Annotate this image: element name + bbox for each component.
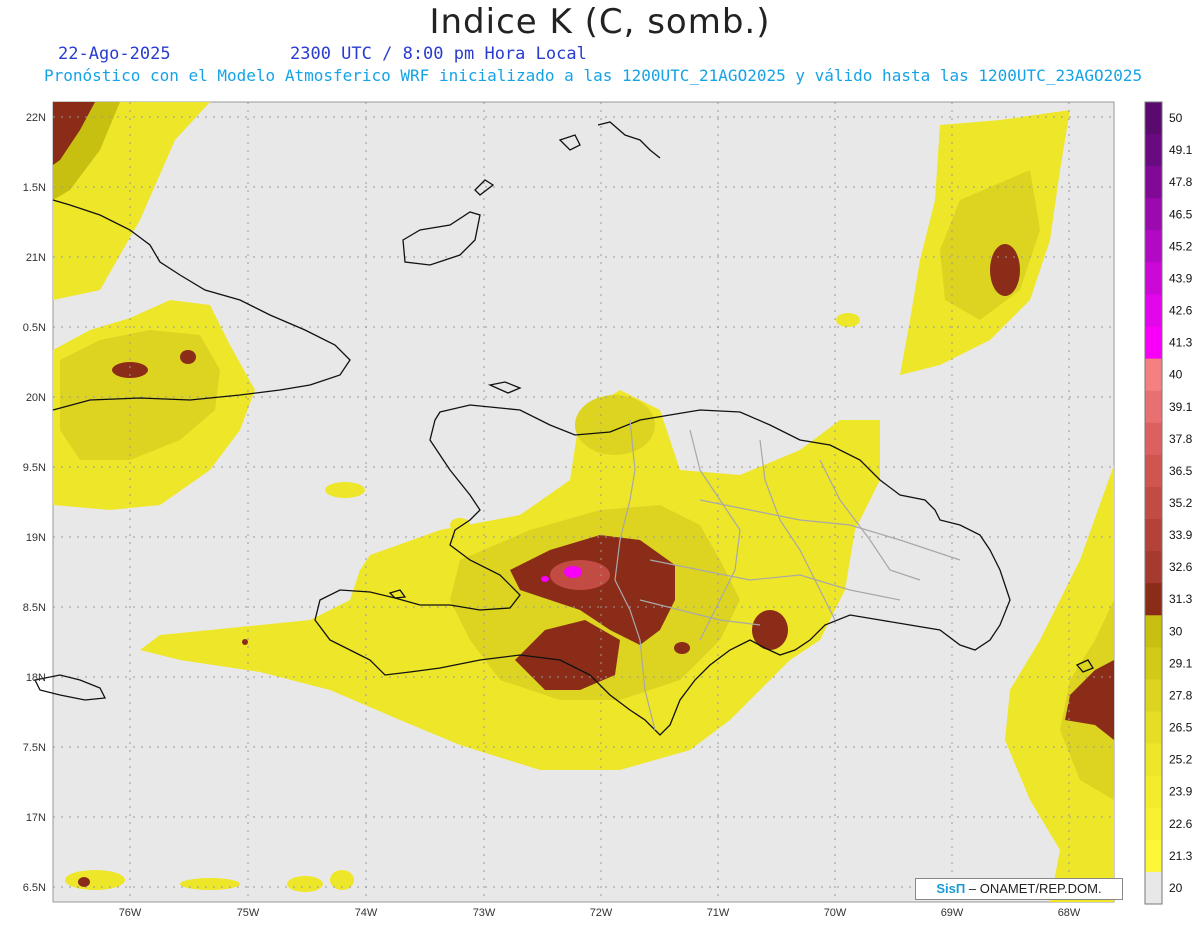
field-blob-south-3	[287, 876, 323, 892]
colorbar-label: 36.5	[1169, 464, 1193, 478]
colorbar-label: 20	[1169, 881, 1183, 895]
colorbar-label: 31.3	[1169, 592, 1193, 606]
lon-label: 72W	[590, 907, 613, 919]
colorbar-swatch	[1145, 775, 1162, 809]
lat-label: 7.5N	[23, 742, 46, 754]
forecast-map: 22N 1.5N 21N 0.5N 20N 9.5N 19N 8.5N 18N …	[23, 101, 1193, 919]
lon-label: 76W	[119, 907, 142, 919]
colorbar-label: 37.8	[1169, 432, 1193, 446]
lat-label: 0.5N	[23, 322, 46, 334]
lon-label: 69W	[941, 907, 964, 919]
colorbar-label: 27.8	[1169, 688, 1193, 702]
lat-label: 20N	[26, 392, 46, 404]
colorbar-swatch	[1145, 198, 1162, 231]
lon-label: 71W	[707, 907, 730, 919]
colorbar-swatch	[1145, 262, 1162, 295]
field-blob-north-2	[450, 518, 470, 532]
lat-label: 21N	[26, 252, 46, 264]
colorbar-swatch	[1145, 166, 1162, 199]
colorbar-swatch	[1145, 519, 1162, 552]
lat-label: 18N	[26, 672, 46, 684]
lon-label: 75W	[237, 907, 260, 919]
lon-label: 73W	[473, 907, 496, 919]
colorbar-label: 40	[1169, 368, 1183, 382]
field-cell-max-2	[541, 576, 549, 582]
colorbar-label: 46.5	[1169, 207, 1193, 221]
field-blob-north-3	[575, 395, 655, 455]
colorbar-swatch	[1145, 230, 1162, 263]
colorbar-label: 29.1	[1169, 656, 1193, 670]
colorbar-swatch	[1145, 358, 1162, 392]
colorbar-swatch	[1145, 326, 1162, 360]
colorbar-swatch	[1145, 134, 1162, 167]
latitude-axis: 22N 1.5N 21N 0.5N 20N 9.5N 19N 8.5N 18N …	[23, 112, 46, 894]
lon-label: 68W	[1058, 907, 1081, 919]
colorbar-label: 49.1	[1169, 143, 1193, 157]
sispi-logo: SisΠ	[936, 881, 966, 896]
field-cell-max-1	[564, 566, 582, 578]
field-cell-west-2	[180, 350, 196, 364]
colorbar-label: 35.2	[1169, 496, 1193, 510]
lat-label: 6.5N	[23, 882, 46, 894]
credit-box: SisΠ – ONAMET/REP.DOM.	[915, 878, 1123, 900]
colorbar-label: 41.3	[1169, 336, 1193, 350]
colorbar-swatch	[1145, 871, 1162, 905]
lat-label: 19N	[26, 532, 46, 544]
field-cell-ne	[990, 244, 1020, 296]
colorbar-label: 43.9	[1169, 271, 1193, 285]
colorbar-label: 21.3	[1169, 849, 1193, 863]
colorbar-label: 23.9	[1169, 785, 1193, 799]
colorbar-label: 25.2	[1169, 753, 1193, 767]
credit-text: – ONAMET/REP.DOM.	[968, 881, 1102, 896]
field-cell-south-3	[78, 877, 90, 887]
field-cell-south-1	[674, 642, 690, 654]
colorbar-swatch	[1145, 422, 1162, 456]
colorbar-label: 45.2	[1169, 239, 1193, 253]
colorbar-swatch	[1145, 839, 1162, 873]
field-blob-north-1	[325, 482, 365, 498]
lat-label: 8.5N	[23, 602, 46, 614]
colorbar-swatch	[1145, 743, 1162, 777]
colorbar-swatch	[1145, 551, 1162, 584]
colorbar-swatch	[1145, 390, 1162, 424]
longitude-axis: 76W 75W 74W 73W 72W 71W 70W 69W 68W	[119, 907, 1081, 919]
colorbar-swatch	[1145, 647, 1162, 680]
colorbar-label: 26.5	[1169, 721, 1193, 735]
lat-label: 22N	[26, 112, 46, 124]
colorbar-swatch	[1145, 102, 1162, 135]
lat-label: 17N	[26, 812, 46, 824]
lat-label: 9.5N	[23, 462, 46, 474]
colorbar-label: 39.1	[1169, 400, 1193, 414]
colorbar-swatch	[1145, 679, 1162, 713]
lon-label: 74W	[355, 907, 378, 919]
colorbar-swatch	[1145, 807, 1162, 841]
colorbar-swatch	[1145, 583, 1162, 616]
field-blob-ne	[836, 313, 860, 327]
colorbar-swatch	[1145, 486, 1162, 520]
colorbar-label: 22.6	[1169, 817, 1193, 831]
colorbar-label: 50	[1169, 111, 1183, 125]
field-blob-south-2	[180, 878, 240, 890]
colorbar-label: 32.6	[1169, 560, 1193, 574]
colorbar-swatch	[1145, 711, 1162, 745]
colorbar-label: 42.6	[1169, 304, 1193, 318]
field-cell-south-2	[242, 639, 248, 645]
colorbar-swatch	[1145, 454, 1162, 488]
colorbar-label: 30	[1169, 624, 1183, 638]
colorbar-swatch	[1145, 615, 1162, 648]
colorbar-label: 33.9	[1169, 528, 1193, 542]
colorbar-swatch	[1145, 294, 1162, 328]
colorbar-label: 47.8	[1169, 175, 1193, 189]
colorbar: 50 49.1 47.8 46.5 45.2 43.9 42.6 41.3 40 39.1 37.8…	[1144, 101, 1193, 905]
lon-label: 70W	[824, 907, 847, 919]
lat-label: 1.5N	[23, 182, 46, 194]
